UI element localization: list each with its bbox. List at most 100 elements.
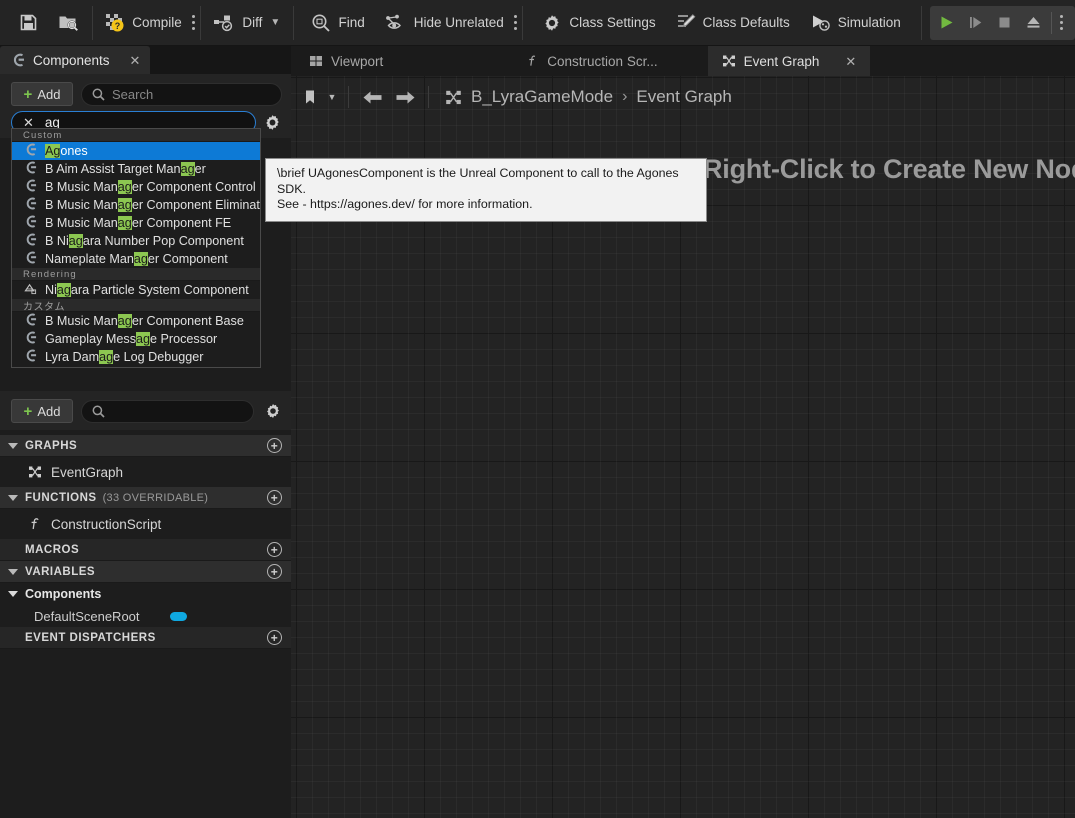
dropdown-item[interactable]: B Aim Assist Target Manager	[12, 160, 260, 178]
dropdown-item[interactable]: Gameplay Message Processor	[12, 330, 260, 348]
dropdown-item-label: B Music Manager Component FE	[45, 216, 231, 230]
components-toolrow-secondary: + Add	[0, 391, 291, 430]
close-icon[interactable]: ✕	[845, 55, 856, 68]
find-button[interactable]: Find	[302, 6, 373, 40]
back-button[interactable]	[357, 82, 387, 112]
simulation-label: Simulation	[838, 15, 901, 30]
svg-text:?: ?	[115, 21, 121, 31]
component-icon	[24, 197, 37, 213]
list-item-label: EventGraph	[51, 465, 123, 480]
dropdown-item[interactable]: B Music Manager Component Base	[12, 312, 260, 330]
section-header-functions[interactable]: FUNCTIONS (33 OVERRIDABLE) +	[0, 487, 291, 509]
variables-group-components[interactable]: Components	[0, 583, 291, 605]
search-match-highlight: ag	[69, 234, 83, 248]
browse-content-button[interactable]	[49, 6, 88, 40]
section-header-macros[interactable]: MACROS +	[0, 539, 291, 561]
component-icon	[24, 331, 37, 347]
dropdown-item[interactable]: Agones	[12, 142, 260, 160]
breadcrumb-leaf[interactable]: Event Graph	[636, 87, 731, 107]
tab-event-graph-label: Event Graph	[744, 54, 820, 69]
breadcrumb-divider	[348, 86, 349, 108]
add-graph-button[interactable]: +	[267, 438, 282, 453]
component-icon	[24, 143, 37, 159]
simulation-button[interactable]: Simulation	[801, 6, 910, 40]
section-title-graphs: GRAPHS	[25, 440, 77, 452]
dropdown-item[interactable]: B Music Manager Component FE	[12, 214, 260, 232]
components-search-box[interactable]: Search	[81, 83, 282, 106]
tab-viewport-label: Viewport	[331, 54, 383, 69]
dropdown-group-header: Rendering	[12, 268, 260, 281]
play-controls-group	[930, 6, 1075, 40]
tooltip-line-2: See - https://agones.dev/ for more infor…	[277, 197, 696, 213]
dropdown-item[interactable]: Nameplate Manager Component	[12, 250, 260, 268]
dropdown-item[interactable]: B Niagara Number Pop Component	[12, 232, 260, 250]
tab-construction-script-label: Construction Scr...	[547, 54, 657, 69]
list-item-label: ConstructionScript	[51, 517, 161, 532]
stop-button[interactable]	[990, 8, 1019, 38]
search-match-highlight: ag	[134, 252, 148, 266]
function-icon	[28, 517, 42, 531]
graph-watermark: Right-Click to Create New Nodes	[703, 154, 1075, 185]
save-button[interactable]	[10, 6, 47, 40]
search-match-highlight: Ag	[45, 144, 60, 158]
dropdown-item-label: B Aim Assist Target Manager	[45, 162, 206, 176]
tab-event-graph[interactable]: Event Graph ✕	[708, 46, 871, 76]
add-event-dispatcher-button[interactable]: +	[267, 630, 282, 645]
component-class-dropdown[interactable]: CustomAgonesB Aim Assist Target ManagerB…	[11, 128, 261, 368]
dropdown-item[interactable]: Niagara Particle System Component	[12, 281, 260, 299]
dropdown-item[interactable]: Lyra Damage Log Debugger	[12, 348, 260, 366]
component-icon	[24, 215, 37, 231]
variable-label: DefaultSceneRoot	[34, 609, 140, 624]
find-icon	[311, 13, 331, 32]
frame-advance-button[interactable]	[961, 8, 990, 38]
play-options-menu[interactable]	[1055, 8, 1069, 38]
add-component-button-secondary[interactable]: + Add	[11, 399, 73, 423]
tab-construction-script[interactable]: Construction Scr...	[512, 46, 671, 76]
close-icon[interactable]: ✕	[130, 54, 141, 67]
hide-unrelated-button[interactable]: Hide Unrelated	[376, 6, 513, 40]
compile-options-menu[interactable]	[192, 8, 195, 38]
play-button[interactable]	[932, 8, 961, 38]
forward-button[interactable]	[390, 82, 420, 112]
arrow-right-icon	[395, 90, 416, 105]
bookmark-dropdown-button[interactable]: ▼	[324, 82, 340, 112]
component-icon	[24, 161, 37, 177]
dropdown-item[interactable]: B Music Manager Component Control F	[12, 178, 260, 196]
list-item-constructionscript[interactable]: ConstructionScript	[0, 509, 291, 539]
viewport-icon	[309, 54, 323, 68]
event-graph-icon	[445, 89, 462, 106]
find-options-menu[interactable]	[514, 8, 517, 38]
dropdown-item[interactable]: B Music Manager Component Eliminati	[12, 196, 260, 214]
filter-settings-gear-icon[interactable]	[263, 113, 282, 132]
bookmark-button[interactable]	[299, 82, 321, 112]
compile-button[interactable]: ? Compile	[96, 6, 191, 40]
add-variable-button[interactable]: +	[267, 564, 282, 579]
section-header-graphs[interactable]: GRAPHS +	[0, 435, 291, 457]
tab-viewport[interactable]: Viewport	[295, 46, 397, 76]
add-macro-button[interactable]: +	[267, 542, 282, 557]
add-component-button[interactable]: + Add	[11, 82, 73, 106]
expand-triangle-icon	[8, 591, 18, 597]
components-search-box-secondary[interactable]	[81, 400, 254, 423]
eject-button[interactable]	[1019, 8, 1048, 38]
add-label-secondary: Add	[37, 404, 60, 419]
breadcrumb-root[interactable]: B_LyraGameMode	[471, 87, 613, 107]
section-header-variables[interactable]: VARIABLES +	[0, 561, 291, 583]
event-graph-icon	[722, 54, 736, 68]
dropdown-item-label: B Music Manager Component Base	[45, 314, 244, 328]
diff-button[interactable]: Diff ▼	[204, 6, 289, 40]
class-defaults-label: Class Defaults	[703, 15, 790, 30]
gear-icon[interactable]	[264, 402, 282, 420]
add-function-button[interactable]: +	[267, 490, 282, 505]
breadcrumb-separator: ›	[622, 88, 627, 106]
class-defaults-button[interactable]: Class Defaults	[667, 6, 799, 40]
graph-tabbar: Viewport Construction Scr...	[291, 46, 1075, 76]
section-header-event-dispatchers[interactable]: EVENT DISPATCHERS +	[0, 627, 291, 649]
expand-triangle-icon	[8, 569, 18, 575]
variable-row-defaultsceneroot[interactable]: DefaultSceneRoot	[0, 605, 291, 627]
breadcrumb-bar: ▼	[291, 76, 1075, 118]
play-divider	[1051, 12, 1052, 34]
list-item-eventgraph[interactable]: EventGraph	[0, 457, 291, 487]
class-settings-button[interactable]: Class Settings	[533, 6, 664, 40]
tab-components[interactable]: Components ✕	[0, 46, 150, 74]
